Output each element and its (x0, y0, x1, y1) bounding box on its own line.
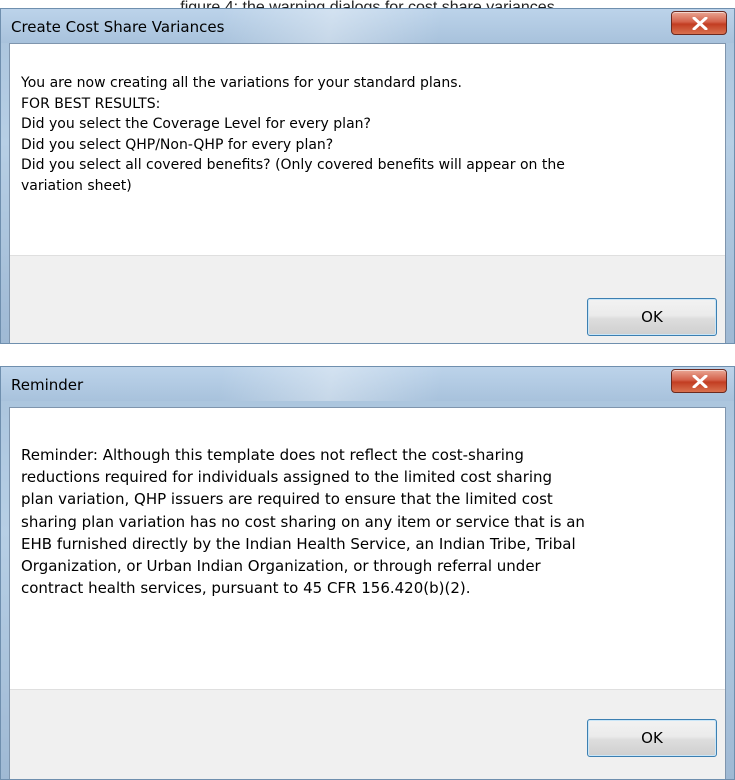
dialog-title: Reminder (11, 376, 84, 394)
close-icon (692, 375, 708, 388)
message-line: You are now creating all the variations … (21, 75, 462, 91)
dialog-message: Reminder: Although this template does no… (21, 444, 695, 599)
close-button[interactable] (671, 369, 727, 393)
message-line: sharing plan variation has no cost shari… (21, 512, 585, 531)
dialog-footer: OK (10, 689, 725, 779)
ok-button[interactable]: OK (587, 719, 717, 757)
message-line: Did you select the Coverage Level for ev… (21, 116, 371, 132)
message-line: Organization, or Urban Indian Organizati… (21, 557, 541, 576)
dialog-footer: OK (10, 255, 725, 343)
dialog-titlebar[interactable]: Create Cost Share Variances (1, 9, 734, 43)
ok-button[interactable]: OK (587, 298, 717, 336)
message-line: contract health services, pursuant to 45… (21, 579, 471, 598)
message-line: plan variation, QHP issuers are required… (21, 490, 553, 509)
dialog-body: You are now creating all the variations … (9, 43, 726, 343)
close-icon (692, 17, 708, 30)
dialog-titlebar[interactable]: Reminder (1, 367, 734, 401)
message-line: reductions required for individuals assi… (21, 468, 553, 487)
close-button[interactable] (671, 11, 727, 35)
message-line: Did you select QHP/Non-QHP for every pla… (21, 136, 334, 153)
dialog-message: You are now creating all the variations … (21, 73, 695, 196)
message-line: Reminder: Although this template does no… (21, 446, 524, 464)
message-line: variation sheet) (21, 177, 132, 194)
dialog-title: Create Cost Share Variances (11, 18, 225, 36)
message-line: Did you select all covered benefits? (On… (21, 157, 565, 173)
reminder-dialog: Reminder Reminder: Although this templat… (0, 366, 735, 780)
create-cost-share-variances-dialog: Create Cost Share Variances You are now … (0, 8, 735, 344)
dialog-body: Reminder: Although this template does no… (9, 407, 726, 779)
message-line: FOR BEST RESULTS: (21, 95, 161, 112)
message-line: EHB furnished directly by the Indian Hea… (21, 534, 576, 553)
